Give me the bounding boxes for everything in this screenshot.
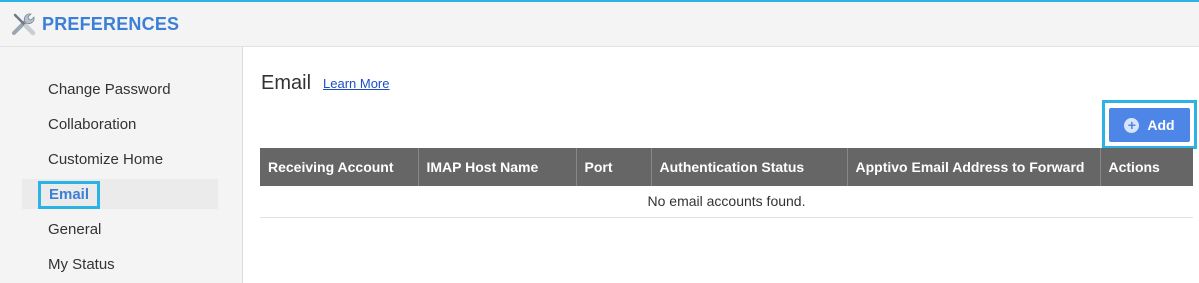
column-header-receiving-account[interactable]: Receiving Account	[260, 148, 419, 186]
sidebar: Change Password Collaboration Customize …	[0, 47, 243, 283]
email-accounts-table: Receiving Account IMAP Host Name Port Au…	[260, 148, 1193, 218]
main-content: Email Learn More + Add Receiving Account…	[243, 47, 1199, 283]
add-button-label: Add	[1147, 117, 1175, 133]
sidebar-item-email[interactable]: Email	[38, 181, 101, 209]
sidebar-item-general[interactable]: General	[48, 221, 101, 238]
column-header-forward-address[interactable]: Apptivo Email Address to Forward	[847, 148, 1101, 186]
tools-icon	[8, 9, 38, 39]
sidebar-item-change-password[interactable]: Change Password	[48, 81, 171, 98]
plus-circle-icon: +	[1124, 117, 1140, 133]
add-button-highlight: + Add	[1102, 100, 1197, 149]
sidebar-item-collaboration[interactable]: Collaboration	[48, 116, 136, 133]
column-header-authentication-status[interactable]: Authentication Status	[651, 148, 848, 186]
table-row: No email accounts found.	[260, 186, 1193, 218]
column-header-port[interactable]: Port	[576, 148, 652, 186]
learn-more-link[interactable]: Learn More	[323, 76, 389, 91]
sidebar-item-customize-home[interactable]: Customize Home	[48, 151, 163, 168]
table-header-row: Receiving Account IMAP Host Name Port Au…	[260, 148, 1193, 186]
empty-message: No email accounts found.	[260, 186, 1193, 218]
sidebar-item-my-status[interactable]: My Status	[48, 256, 115, 273]
add-button[interactable]: + Add	[1109, 108, 1190, 142]
top-bar: PREFERENCES	[0, 0, 1199, 47]
column-header-imap-host-name[interactable]: IMAP Host Name	[418, 148, 577, 186]
column-header-actions: Actions	[1100, 148, 1193, 186]
section-title: Email	[261, 72, 312, 94]
page-title: PREFERENCES	[42, 13, 180, 34]
